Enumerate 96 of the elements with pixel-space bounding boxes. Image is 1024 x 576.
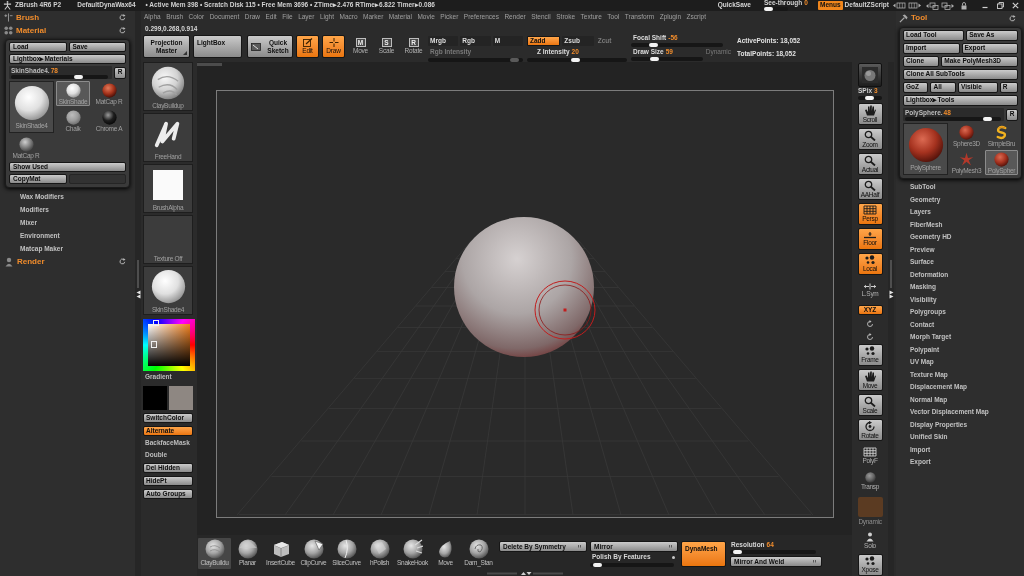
sphere-icon bbox=[994, 152, 1009, 167]
sphere-icon bbox=[13, 85, 50, 121]
dots-icon bbox=[864, 346, 876, 357]
magnifier-icon bbox=[864, 154, 876, 166]
grid-icon bbox=[863, 447, 877, 458]
slider-thumb[interactable] bbox=[983, 116, 993, 121]
sphere-icon bbox=[864, 471, 876, 483]
sphere-icon bbox=[101, 83, 117, 98]
refresh-icon[interactable] bbox=[1009, 14, 1016, 22]
scrollbar-thumb[interactable] bbox=[137, 260, 139, 288]
render-preview-icon bbox=[862, 67, 878, 83]
slider-thumb[interactable] bbox=[733, 549, 743, 554]
slider-thumb[interactable] bbox=[74, 74, 84, 79]
slider-track[interactable] bbox=[11, 74, 108, 79]
hand-icon bbox=[864, 104, 876, 116]
dots-icon bbox=[864, 555, 876, 566]
windows-left-icon[interactable] bbox=[926, 1, 939, 10]
clay-sphere-icon bbox=[151, 65, 185, 100]
slider-thumb[interactable] bbox=[764, 7, 773, 11]
palette-title[interactable]: Material bbox=[16, 26, 47, 35]
close-icon[interactable] bbox=[1012, 2, 1019, 9]
plus-minus-icon bbox=[4, 13, 13, 22]
slider-track[interactable] bbox=[730, 549, 816, 554]
four-dots-icon bbox=[4, 26, 13, 35]
sphere-icon bbox=[65, 83, 81, 98]
symmetry-arrows-icon bbox=[863, 282, 877, 290]
scrollbar-thumb[interactable] bbox=[197, 63, 222, 66]
sphere-icon bbox=[907, 127, 944, 163]
render-button[interactable] bbox=[858, 63, 882, 87]
lock-icon[interactable] bbox=[961, 1, 967, 10]
sketch-icon bbox=[251, 42, 261, 51]
slider-track[interactable] bbox=[631, 42, 723, 47]
windows-right-icon[interactable] bbox=[941, 1, 954, 10]
pencil-square-icon bbox=[302, 38, 313, 48]
brush-cursor-icon bbox=[534, 280, 596, 340]
corner-triangle-icon bbox=[183, 51, 187, 55]
magnifier-icon bbox=[864, 179, 876, 191]
clipped-sphere-icon bbox=[303, 539, 324, 559]
color-swatch[interactable] bbox=[143, 386, 167, 410]
shelf-toggle-icon[interactable] bbox=[484, 571, 565, 576]
panel-left-icon[interactable] bbox=[893, 2, 906, 9]
collapse-arrow-icon[interactable] bbox=[888, 290, 894, 299]
collapse-arrow-icon[interactable] bbox=[135, 290, 141, 299]
flat-sphere-icon bbox=[237, 539, 258, 559]
hand-icon bbox=[864, 370, 876, 382]
spiky-sphere-icon bbox=[402, 539, 423, 559]
palette-title[interactable]: Tool bbox=[911, 14, 928, 22]
picker-handle-icon[interactable] bbox=[151, 341, 157, 348]
dots-icon bbox=[864, 255, 876, 266]
slider-thumb[interactable] bbox=[570, 57, 580, 62]
grid-icon bbox=[863, 205, 877, 216]
star-icon bbox=[959, 152, 974, 167]
stick-figure-icon bbox=[3, 1, 12, 10]
palette-title[interactable]: Render bbox=[17, 257, 45, 266]
dot-icon[interactable] bbox=[672, 555, 675, 559]
sphere-icon bbox=[18, 137, 34, 152]
sphere-model[interactable] bbox=[454, 217, 594, 357]
slider-thumb[interactable] bbox=[649, 42, 659, 47]
corner-mark-icon bbox=[813, 559, 817, 563]
slider-thumb[interactable] bbox=[593, 562, 602, 567]
palette-title[interactable]: Brush bbox=[16, 13, 40, 22]
restore-icon[interactable] bbox=[997, 2, 1004, 9]
corner-mark-icon bbox=[669, 545, 673, 548]
slider-thumb[interactable] bbox=[864, 96, 874, 100]
slider-track[interactable] bbox=[905, 116, 1001, 121]
slider-thumb[interactable] bbox=[649, 57, 659, 61]
slider-track[interactable] bbox=[527, 57, 627, 62]
sphere-icon bbox=[150, 269, 186, 305]
sphere-icon bbox=[101, 110, 117, 125]
refresh-icon[interactable] bbox=[119, 258, 126, 265]
scrollbar-thumb[interactable] bbox=[890, 260, 892, 288]
floor-icon bbox=[863, 231, 877, 240]
color-swatch[interactable] bbox=[169, 386, 193, 410]
slider-track[interactable] bbox=[590, 562, 674, 567]
sliced-sphere-icon bbox=[336, 539, 357, 559]
corner-mark-icon bbox=[578, 545, 582, 548]
slider-track[interactable] bbox=[428, 57, 523, 62]
hammer-icon bbox=[899, 13, 908, 23]
rotate-icon bbox=[864, 420, 876, 432]
panel-right-icon[interactable] bbox=[908, 2, 921, 9]
slider-track[interactable] bbox=[764, 7, 788, 11]
color-picker[interactable] bbox=[143, 319, 195, 371]
slider-track[interactable] bbox=[858, 96, 882, 100]
sphere-icon bbox=[959, 125, 974, 140]
polished-sphere-icon bbox=[369, 539, 390, 559]
magnifier-icon bbox=[864, 395, 876, 407]
square-icon bbox=[153, 169, 183, 200]
clay-sphere-icon bbox=[204, 539, 225, 559]
picker-handle-icon[interactable] bbox=[153, 320, 159, 326]
figure-icon bbox=[865, 531, 875, 542]
figure-icon bbox=[4, 256, 14, 267]
crosshair-icon bbox=[328, 38, 339, 48]
grooved-sphere-icon bbox=[468, 539, 489, 559]
magnifier-icon bbox=[864, 129, 876, 141]
s-shape-icon bbox=[994, 125, 1009, 140]
sphere-icon bbox=[65, 110, 81, 125]
